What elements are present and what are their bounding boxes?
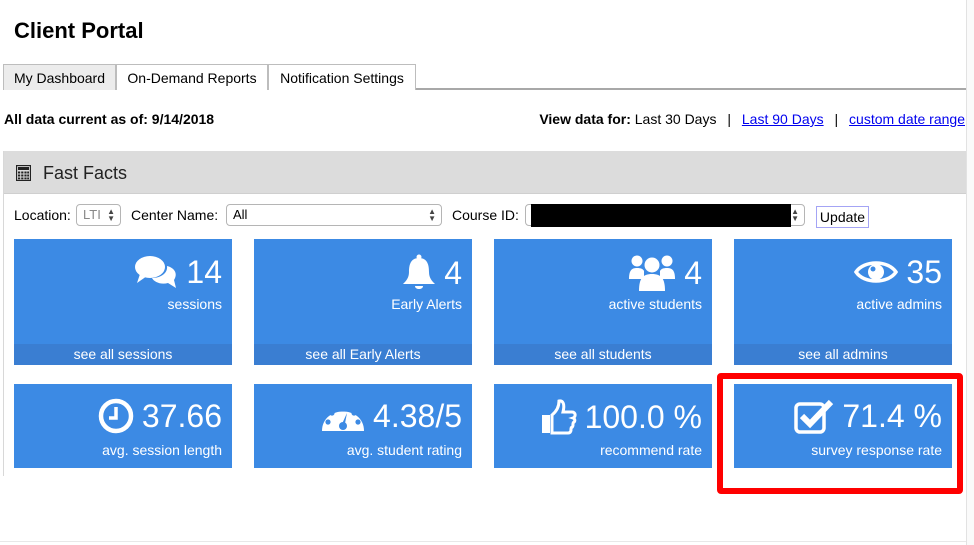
select-arrows-icon: ▲ ▼: [107, 207, 115, 223]
tab-my-dashboard[interactable]: My Dashboard: [3, 64, 116, 90]
location-select[interactable]: LTI ▲ ▼: [76, 204, 121, 226]
center-name-label: Center Name:: [131, 207, 219, 223]
see-all-students-link[interactable]: see all students: [494, 344, 712, 365]
page-title: Client Portal: [14, 18, 144, 43]
separator: |: [834, 111, 839, 127]
tile-avg-session-length[interactable]: 37.66 avg. session length: [14, 384, 232, 468]
data-current-as-of: All data current as of: 9/14/2018: [4, 111, 215, 127]
tile-label: active students: [608, 296, 702, 312]
separator: |: [727, 111, 731, 127]
see-all-early-alerts-link[interactable]: see all Early Alerts: [254, 344, 472, 365]
select-arrows-icon: ▲ ▼: [791, 207, 799, 223]
view-data-label: View data for:: [539, 111, 631, 127]
comments-icon: [135, 256, 177, 288]
users-icon: [629, 255, 676, 291]
tab-on-demand-reports[interactable]: On-Demand Reports: [116, 64, 268, 90]
last-90-days-link[interactable]: Last 90 Days: [742, 111, 824, 127]
tile-value: 4.38/5: [373, 398, 462, 434]
select-arrows-icon: ▲ ▼: [428, 207, 436, 223]
course-id-label: Course ID:: [452, 207, 519, 223]
tile-label: sessions: [167, 296, 222, 312]
tile-value: 37.66: [141, 398, 222, 434]
tab-notification-settings[interactable]: Notification Settings: [268, 64, 416, 90]
current-range: Last 30 Days: [634, 111, 717, 127]
location-value: LTI: [83, 207, 101, 222]
fast-facts-title: Fast Facts: [43, 163, 128, 183]
see-all-sessions-link[interactable]: see all sessions: [14, 344, 232, 365]
tile-label: Early Alerts: [391, 296, 462, 312]
tile-value: 35: [906, 254, 942, 290]
tile-label: recommend rate: [600, 442, 702, 458]
tile-label: avg. session length: [102, 442, 222, 458]
tile-value: 14: [186, 254, 222, 290]
tile-label: survey response rate: [811, 442, 942, 458]
tile-active-admins[interactable]: 35 active admins see all admins: [734, 239, 952, 365]
fast-facts-header: Fast Facts: [4, 151, 967, 194]
tile-value: 100.0 %: [584, 399, 702, 435]
divider: [0, 541, 966, 542]
scrollbar-track[interactable]: [966, 0, 974, 545]
dashboard-gauge-icon: [322, 406, 365, 431]
bell-icon: [403, 254, 436, 289]
tile-recommend-rate[interactable]: 100.0 % recommend rate: [494, 384, 712, 468]
clock-icon: [98, 398, 134, 434]
tab-bar: My Dashboard On-Demand Reports Notificat…: [3, 64, 974, 90]
tile-active-students[interactable]: 4 active students see all students: [494, 239, 712, 365]
view-data-for: View data for: Last 30 Days | Last 90 Da…: [539, 111, 965, 127]
eye-icon: [854, 261, 899, 283]
checkbox-checked-icon: [794, 399, 834, 434]
thumbs-up-icon: [541, 399, 577, 435]
calculator-icon: [16, 165, 31, 181]
redacted-course-id: [531, 204, 791, 227]
center-name-value: All: [233, 207, 248, 222]
tile-label: active admins: [856, 296, 942, 312]
see-all-admins-link[interactable]: see all admins: [734, 344, 952, 365]
custom-date-range-link[interactable]: custom date range: [849, 111, 965, 127]
update-button[interactable]: Update: [816, 206, 869, 228]
tile-avg-student-rating[interactable]: 4.38/5 avg. student rating: [254, 384, 472, 468]
tile-value: 4: [444, 255, 462, 291]
tile-value: 71.4 %: [842, 398, 942, 434]
tile-value: 4: [684, 255, 702, 291]
tile-label: avg. student rating: [346, 442, 462, 458]
tile-sessions[interactable]: 14 sessions see all sessions: [14, 239, 232, 365]
center-name-select[interactable]: All ▲ ▼: [226, 204, 442, 226]
tile-survey-response-rate[interactable]: 71.4 % survey response rate: [734, 384, 952, 468]
location-label: Location:: [14, 207, 71, 223]
tile-early-alerts[interactable]: 4 Early Alerts see all Early Alerts: [254, 239, 472, 365]
